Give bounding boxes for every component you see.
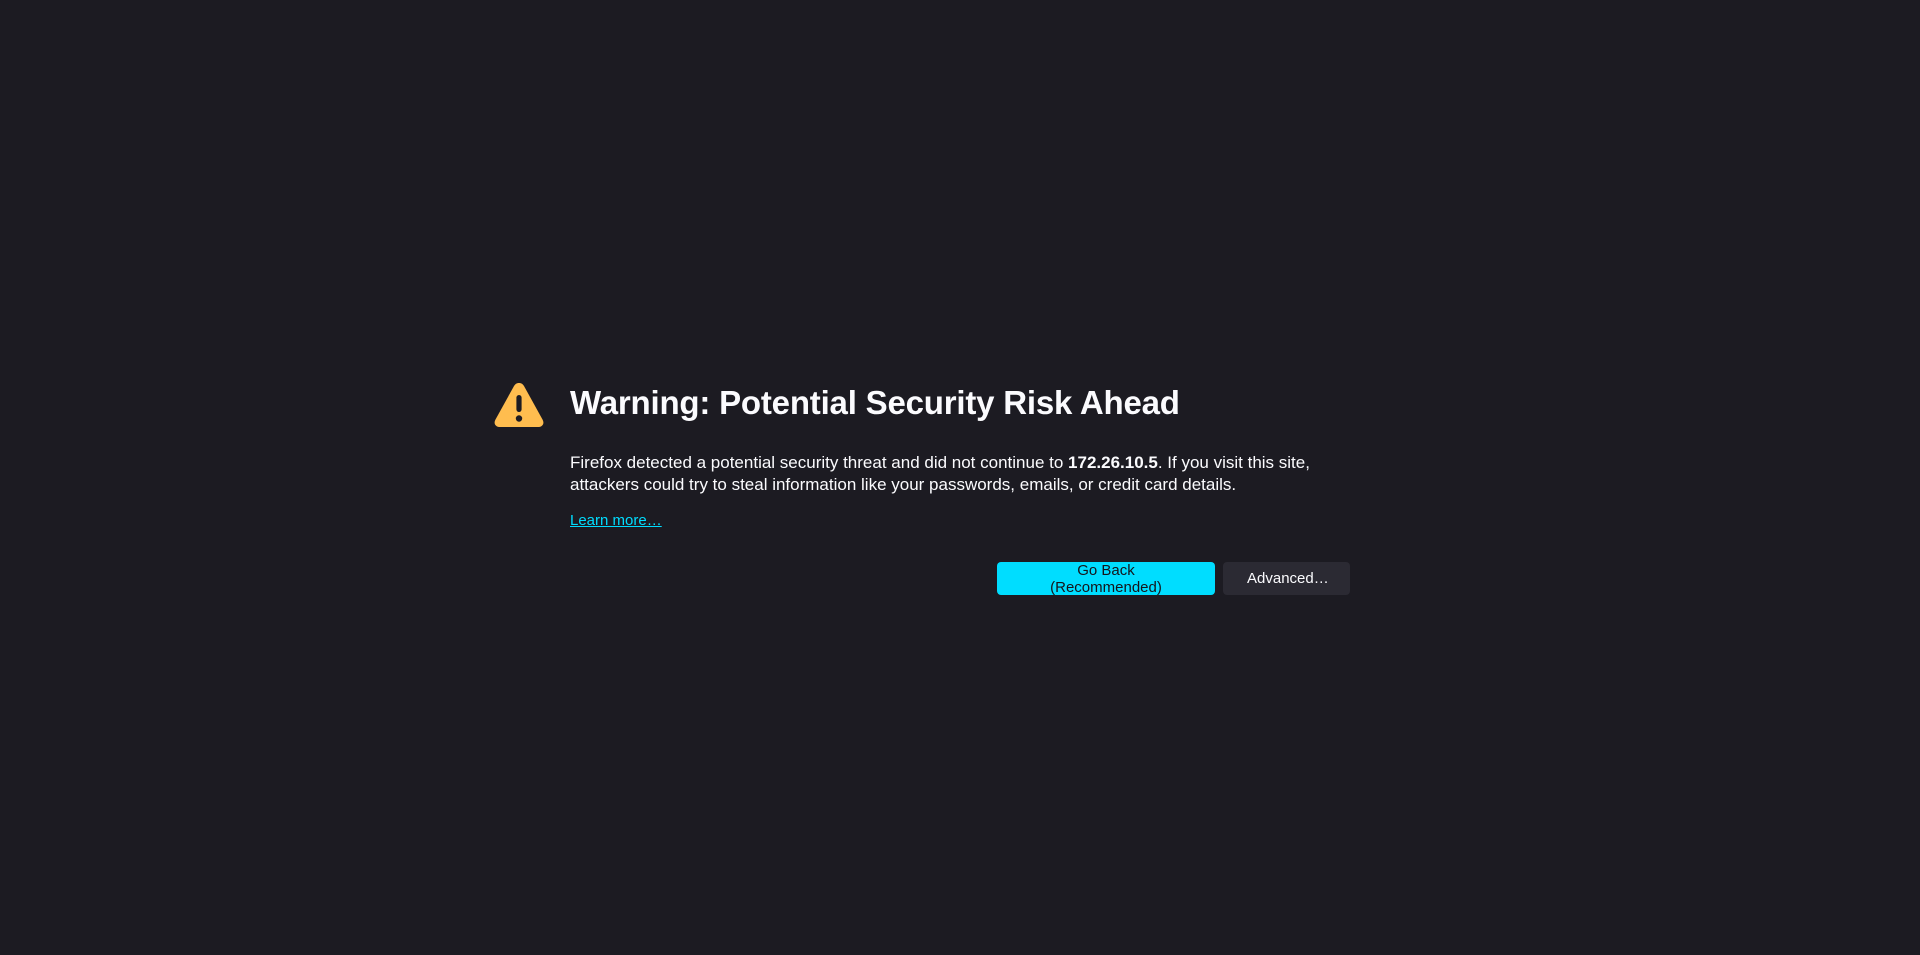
- action-buttons: Go Back (Recommended) Advanced…: [997, 562, 1350, 596]
- warning-description: Firefox detected a potential security th…: [570, 452, 1353, 496]
- learn-more-link[interactable]: Learn more…: [570, 511, 662, 531]
- error-page: Warning: Potential Security Risk Ahead F…: [0, 0, 1920, 955]
- advanced-button[interactable]: Advanced…: [1223, 562, 1350, 595]
- description-prefix: Firefox detected a potential security th…: [570, 453, 1069, 472]
- warning-triangle-icon: [494, 383, 544, 427]
- host-address: 172.26.10.5: [1068, 453, 1158, 472]
- go-back-button[interactable]: Go Back (Recommended): [997, 562, 1215, 596]
- warning-content: Warning: Potential Security Risk Ahead F…: [570, 380, 1353, 531]
- page-title: Warning: Potential Security Risk Ahead: [570, 384, 1180, 421]
